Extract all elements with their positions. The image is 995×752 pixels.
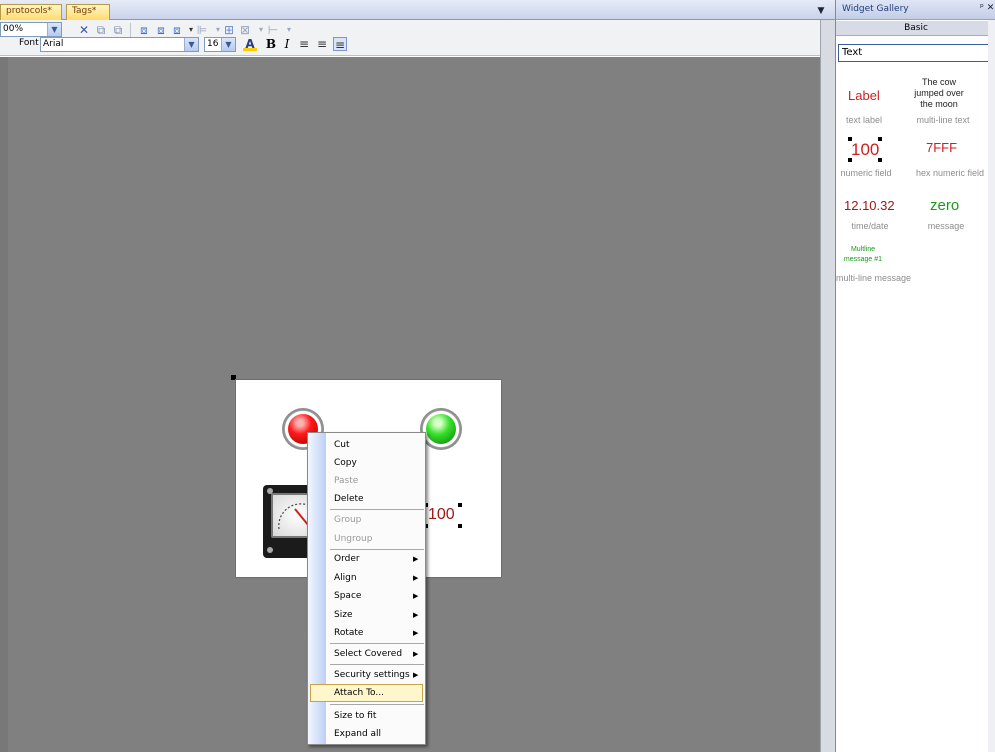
- widget-text-label[interactable]: Label: [848, 88, 880, 103]
- chevron-down-icon: ▼: [221, 38, 235, 51]
- widget-type-value: Text: [842, 47, 863, 58]
- font-color-icon[interactable]: A: [243, 37, 257, 51]
- font-label: Font: [19, 38, 39, 48]
- widget-caption: numeric field: [840, 168, 892, 178]
- chevron-down-icon: ▼: [47, 23, 61, 36]
- widget-time-date[interactable]: 12.10.32: [844, 198, 895, 213]
- resize-handle[interactable]: [458, 524, 462, 528]
- font-size-value: 16: [207, 39, 219, 49]
- font-size-select[interactable]: 16 ▼: [204, 37, 236, 52]
- send-backward-icon[interactable]: ⧈: [154, 23, 168, 37]
- menu-item-rotate[interactable]: Rotate: [334, 626, 363, 640]
- resize-handle[interactable]: [458, 503, 462, 507]
- submenu-arrow-icon: ▶: [413, 574, 419, 582]
- menu-item-ungroup[interactable]: Ungroup: [334, 532, 372, 546]
- widget-gallery-panel: Widget Gallery ᵖ ✕ Basic Text Label text…: [835, 0, 995, 752]
- menu-item-attach-to[interactable]: Attach To...: [334, 686, 384, 700]
- menu-item-size[interactable]: Size: [334, 608, 352, 622]
- menu-item-security-settings[interactable]: Security settings: [334, 668, 410, 682]
- menu-item-space[interactable]: Space: [334, 589, 361, 603]
- tab-tags[interactable]: Tags*: [66, 4, 110, 20]
- tab-list-dropdown-icon[interactable]: ▼: [815, 5, 827, 17]
- submenu-arrow-icon: ▶: [413, 671, 419, 679]
- align-right-icon[interactable]: ≡: [333, 37, 347, 52]
- widget-caption: time/date: [851, 221, 889, 231]
- order-icon[interactable]: ⧈: [170, 23, 184, 37]
- zoom-value: 00%: [3, 24, 24, 34]
- font-family-select[interactable]: Arial ▼: [40, 37, 199, 52]
- tab-protocols[interactable]: protocols*: [0, 4, 62, 20]
- toolbar-separator: [130, 23, 131, 37]
- delete-icon[interactable]: ✕: [77, 23, 91, 37]
- size-dropdown-icon[interactable]: ▾: [282, 23, 296, 37]
- space-icon[interactable]: ⊠: [238, 23, 252, 37]
- resize-handle: [848, 137, 852, 141]
- widget-numeric-field[interactable]: 100: [851, 140, 879, 160]
- submenu-arrow-icon: ▶: [413, 592, 419, 600]
- menu-item-align[interactable]: Align: [334, 571, 357, 585]
- chevron-down-icon: ▼: [184, 38, 198, 51]
- widget-caption: multi-line text: [916, 115, 970, 125]
- submenu-arrow-icon: ▶: [413, 650, 419, 658]
- menu-separator: [330, 704, 424, 705]
- menu-item-delete[interactable]: Delete: [334, 492, 364, 506]
- gallery-title-bar: Widget Gallery ᵖ ✕: [836, 0, 995, 20]
- menu-item-group[interactable]: Group: [334, 513, 361, 527]
- menu-separator: [330, 664, 424, 665]
- widget-caption: text label: [845, 115, 883, 125]
- grid-icon[interactable]: ⊞: [222, 23, 236, 37]
- green-indicator-light[interactable]: [420, 408, 462, 450]
- align-center-icon[interactable]: ≡: [315, 37, 329, 51]
- menu-item-copy[interactable]: Copy: [334, 456, 357, 470]
- widget-message[interactable]: zero: [930, 197, 959, 214]
- resize-handle: [848, 158, 852, 162]
- submenu-arrow-icon: ▶: [413, 555, 419, 563]
- canvas-numeric-field[interactable]: 100: [428, 506, 455, 524]
- widget-multi-line-message[interactable]: Multline message #1: [840, 245, 886, 265]
- menu-separator: [330, 509, 424, 510]
- bold-icon[interactable]: B: [264, 37, 278, 51]
- widget-multi-line-text[interactable]: The cow jumped over the moon: [909, 77, 969, 110]
- align-left-icon[interactable]: ≡: [297, 37, 311, 51]
- widget-caption: hex numeric field: [915, 168, 985, 178]
- widget-caption: multi-line message: [836, 273, 912, 283]
- widget-type-select[interactable]: Text: [838, 44, 995, 62]
- menu-separator: [330, 643, 424, 644]
- zoom-select[interactable]: 00% ▼: [0, 22, 62, 37]
- panel-splitter[interactable]: [820, 20, 835, 752]
- gallery-title: Widget Gallery: [842, 4, 909, 14]
- document-tab-bar: protocols* Tags* ▼: [0, 0, 835, 20]
- screw-icon: [267, 488, 273, 494]
- widget-hex-numeric-field[interactable]: 7FFF: [926, 140, 957, 155]
- pin-close-icon[interactable]: ᵖ ✕: [980, 3, 994, 13]
- context-menu: Cut Copy Paste Delete Group Ungroup Orde…: [307, 432, 426, 745]
- menu-item-expand-all[interactable]: Expand all: [334, 727, 381, 741]
- size-icon[interactable]: ⊢: [266, 23, 280, 37]
- widget-caption: message: [927, 221, 965, 231]
- menu-item-size-to-fit[interactable]: Size to fit: [334, 709, 376, 723]
- screw-icon: [267, 547, 273, 553]
- menu-item-paste[interactable]: Paste: [334, 474, 358, 488]
- font-family-value: Arial: [43, 39, 64, 49]
- gallery-scrollbar[interactable]: [988, 20, 995, 752]
- menu-item-select-covered[interactable]: Select Covered: [334, 647, 402, 661]
- gallery-category-tab[interactable]: Basic: [836, 21, 995, 36]
- bring-forward-icon[interactable]: ⧈: [137, 23, 151, 37]
- menu-item-order[interactable]: Order: [334, 552, 360, 566]
- menu-separator: [330, 549, 424, 550]
- submenu-arrow-icon: ▶: [413, 629, 419, 637]
- canvas-left-edge: [0, 57, 8, 752]
- menu-item-cut[interactable]: Cut: [334, 438, 350, 452]
- italic-icon[interactable]: I: [280, 37, 294, 51]
- resize-handle: [878, 158, 882, 162]
- resize-handle: [878, 137, 882, 141]
- ungroup-icon[interactable]: ⧉: [111, 23, 125, 37]
- group-icon[interactable]: ⧉: [94, 23, 108, 37]
- align-icon[interactable]: ⊫: [195, 23, 209, 37]
- submenu-arrow-icon: ▶: [413, 611, 419, 619]
